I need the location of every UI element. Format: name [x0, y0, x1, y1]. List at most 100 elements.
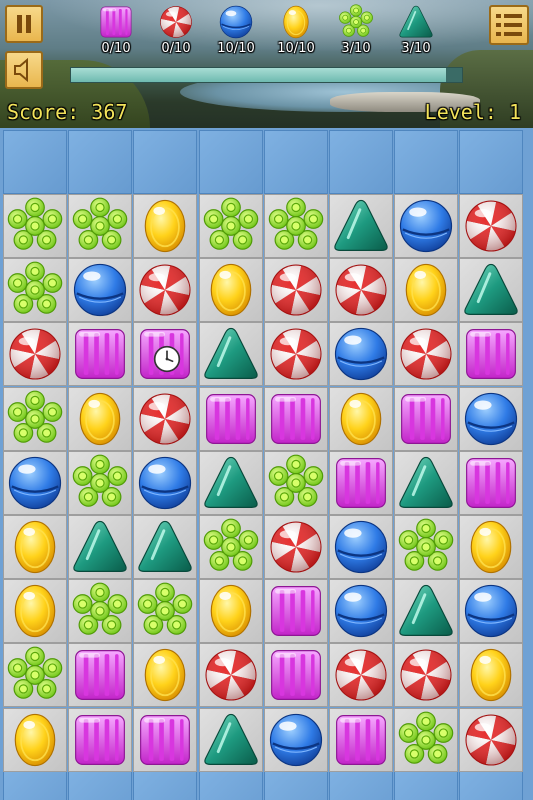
candy-yellow-oval[interactable]	[3, 515, 67, 579]
teal-triangle-icon	[399, 456, 453, 508]
candy-blue-ball[interactable]	[68, 258, 133, 323]
game-board[interactable]	[0, 128, 533, 800]
pink-striped-icon	[401, 393, 452, 444]
teal-triangle-icon	[203, 713, 258, 765]
sound-button[interactable]	[5, 51, 43, 89]
pink-striped-icon	[75, 329, 126, 380]
candy-teal-triangle[interactable]	[329, 194, 393, 258]
candy-green-flower[interactable]	[68, 579, 133, 644]
candy-yellow-oval[interactable]	[329, 386, 393, 451]
candy-green-flower[interactable]	[133, 579, 198, 644]
candy-pink-striped[interactable]	[68, 643, 133, 708]
candy-teal-triangle[interactable]	[68, 515, 133, 579]
candy-green-flower[interactable]	[68, 450, 133, 515]
candy-red-swirl[interactable]	[263, 515, 328, 579]
teal-triangle-icon	[334, 199, 388, 251]
candy-yellow-oval[interactable]	[3, 707, 67, 772]
yellow-oval-icon	[471, 520, 512, 574]
candy-pink-striped[interactable]	[329, 707, 393, 772]
pause-button[interactable]	[5, 5, 43, 43]
pink-striped-icon	[205, 393, 256, 444]
candy-teal-triangle[interactable]	[394, 579, 459, 644]
candy-green-flower[interactable]	[198, 515, 263, 579]
candy-green-flower[interactable]	[394, 707, 459, 772]
candy-yellow-oval[interactable]	[133, 194, 198, 258]
candy-blue-ball[interactable]	[329, 579, 393, 644]
candy-green-flower[interactable]	[3, 258, 67, 323]
candy-pink-striped[interactable]	[263, 643, 328, 708]
candy-pink-striped[interactable]	[263, 579, 328, 644]
empty-tile	[198, 130, 263, 194]
board-tiles	[0, 128, 533, 800]
candy-green-flower[interactable]	[3, 386, 67, 451]
candy-green-flower[interactable]	[198, 194, 263, 258]
candy-yellow-oval[interactable]	[459, 515, 524, 579]
candy-blue-ball[interactable]	[329, 322, 393, 387]
pink-striped-icon	[270, 586, 321, 637]
candy-blue-ball[interactable]	[133, 450, 198, 515]
candy-teal-triangle[interactable]	[198, 322, 263, 387]
candy-pink-striped[interactable]	[198, 386, 263, 451]
yellow-oval-icon	[14, 520, 56, 574]
candy-pink-striped[interactable]	[459, 322, 524, 387]
candy-pink-striped[interactable]	[459, 450, 524, 515]
candy-teal-triangle[interactable]	[394, 450, 459, 515]
candy-yellow-oval[interactable]	[198, 258, 263, 323]
candy-blue-ball[interactable]	[459, 386, 524, 451]
red-swirl-icon	[139, 264, 191, 316]
candy-red-swirl[interactable]	[3, 322, 67, 387]
candy-yellow-oval[interactable]	[3, 579, 67, 644]
candy-yellow-oval[interactable]	[459, 643, 524, 708]
red-swirl-icon	[205, 649, 257, 701]
candy-pink-striped[interactable]	[329, 450, 393, 515]
candy-yellow-oval[interactable]	[133, 643, 198, 708]
candy-green-flower[interactable]	[3, 643, 67, 708]
pink-striped-icon	[270, 650, 321, 701]
red-swirl-icon	[400, 649, 452, 701]
candy-red-swirl[interactable]	[133, 386, 198, 451]
candy-blue-ball[interactable]	[394, 194, 459, 258]
menu-button[interactable]	[489, 5, 529, 45]
candy-pink-striped[interactable]	[133, 707, 198, 772]
teal-triangle-icon	[464, 264, 519, 316]
goal-green-flower: 3/10	[326, 4, 386, 56]
candy-green-flower[interactable]	[263, 194, 328, 258]
candy-green-flower[interactable]	[394, 515, 459, 579]
candy-red-swirl[interactable]	[459, 707, 524, 772]
candy-yellow-oval[interactable]	[394, 258, 459, 323]
candy-blue-ball[interactable]	[459, 579, 524, 644]
candy-pink-striped[interactable]	[68, 707, 133, 772]
candy-green-flower[interactable]	[68, 194, 133, 258]
goal-count: 10/10	[217, 41, 255, 56]
candy-green-flower[interactable]	[263, 450, 328, 515]
candy-red-swirl[interactable]	[263, 322, 328, 387]
empty-tile	[263, 769, 328, 800]
blue-ball-icon	[400, 199, 453, 253]
candy-pink-striped[interactable]	[263, 386, 328, 451]
candy-yellow-oval[interactable]	[198, 579, 263, 644]
candy-blue-ball[interactable]	[263, 707, 328, 772]
candy-red-swirl[interactable]	[459, 194, 524, 258]
candy-teal-triangle[interactable]	[198, 707, 263, 772]
candy-yellow-oval[interactable]	[68, 386, 133, 451]
candy-red-swirl[interactable]	[329, 258, 393, 323]
candy-green-flower[interactable]	[3, 194, 67, 258]
candy-pink-striped[interactable]	[68, 322, 133, 387]
candy-blue-ball[interactable]	[329, 515, 393, 579]
candy-pink-striped[interactable]	[394, 386, 459, 451]
candy-red-swirl[interactable]	[394, 643, 459, 708]
candy-red-swirl[interactable]	[329, 643, 393, 708]
candy-red-swirl[interactable]	[263, 258, 328, 323]
candy-teal-triangle[interactable]	[459, 258, 524, 323]
candy-red-swirl[interactable]	[133, 258, 198, 323]
goal-pink-striped: 0/10	[86, 4, 146, 56]
level-progress-fill	[71, 68, 447, 82]
candy-teal-triangle[interactable]	[198, 450, 263, 515]
candy-red-swirl[interactable]	[198, 643, 263, 708]
yellow-oval-icon	[210, 264, 251, 317]
clock-icon	[153, 345, 181, 373]
candy-teal-triangle[interactable]	[133, 515, 198, 579]
candy-blue-ball[interactable]	[3, 450, 67, 515]
blue-ball-icon	[334, 520, 388, 574]
candy-red-swirl[interactable]	[394, 322, 459, 387]
